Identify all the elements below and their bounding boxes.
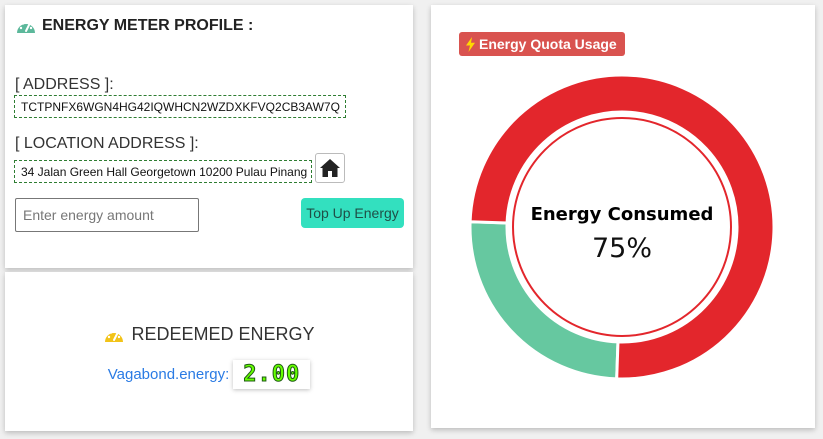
top-up-energy-button[interactable]: Top Up Energy xyxy=(301,198,404,228)
profile-title: ENERGY METER PROFILE : xyxy=(15,17,253,35)
donut-center-value: 75% xyxy=(592,233,652,264)
energy-amount-input[interactable] xyxy=(15,198,199,232)
redeemed-row: Vagabond.energy: 2.00 xyxy=(5,360,413,389)
home-icon xyxy=(320,159,340,177)
meter-profile-card: ENERGY METER PROFILE : [ ADDRESS ]: TCTP… xyxy=(5,5,413,268)
profile-title-text: ENERGY METER PROFILE : xyxy=(42,17,254,34)
location-value: 34 Jalan Green Hall Georgetown 10200 Pul… xyxy=(14,160,312,183)
redeemed-title-text: REDEEMED ENERGY xyxy=(131,324,315,344)
gauge-icon xyxy=(105,329,124,342)
energy-donut-chart: Energy Consumed 75% xyxy=(468,73,776,381)
location-label: [ LOCATION ADDRESS ]: xyxy=(15,135,199,152)
location-home-button[interactable] xyxy=(315,153,345,183)
energy-quota-card: Energy Quota Usage Energy Consumed 75% xyxy=(431,5,815,428)
address-label: [ ADDRESS ]: xyxy=(15,76,114,93)
vagabond-energy-link[interactable]: Vagabond.energy: xyxy=(108,366,230,383)
redeemed-energy-value: 2.00 xyxy=(233,360,311,389)
redeemed-energy-card: REDEEMED ENERGY Vagabond.energy: 2.00 xyxy=(5,272,413,431)
donut-center-label: Energy Consumed xyxy=(531,204,714,225)
redeemed-title: REDEEMED ENERGY xyxy=(5,324,413,345)
address-value: TCTPNFX6WGN4HG42IQWHCN2WZDXKFVQ2CB3AW7Q xyxy=(14,95,346,118)
gauge-icon xyxy=(17,20,35,33)
